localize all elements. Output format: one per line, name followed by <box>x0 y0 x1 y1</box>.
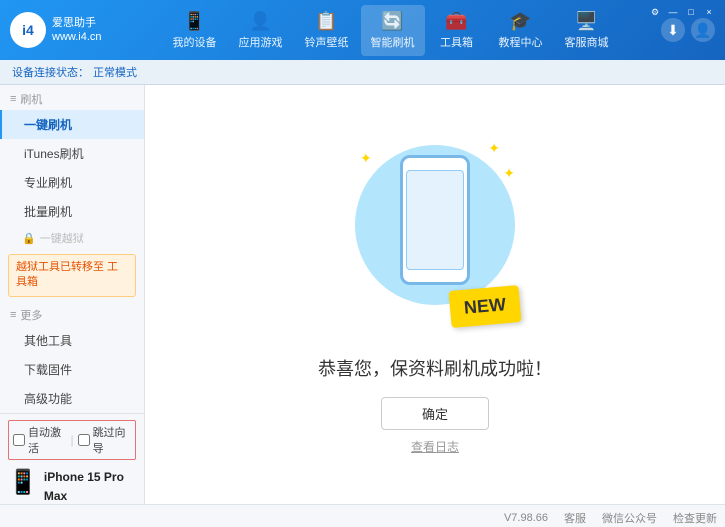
status-value: 正常模式 <box>93 64 137 80</box>
guide-label: 跳过向导 <box>93 424 131 456</box>
phone-illustration: ✦ ✦ ✦ NEW <box>345 135 525 335</box>
nav-tutorial-label: 教程中心 <box>499 34 543 50</box>
sparkle-3: ✦ <box>503 165 515 182</box>
separator: | <box>70 433 73 447</box>
minimize-button[interactable]: — <box>665 6 681 18</box>
phone-screen <box>406 170 464 270</box>
ringtone-icon: 📋 <box>315 11 337 32</box>
flash-section-icon: ≡ <box>10 93 16 105</box>
maximize-button[interactable]: □ <box>683 6 699 18</box>
nav-apps[interactable]: 👤 应用游戏 <box>229 5 293 56</box>
status-bar: 设备连接状态： 正常模式 <box>0 60 725 85</box>
nav-toolbox[interactable]: 🧰 工具箱 <box>427 5 487 56</box>
app-header: i4 爱思助手 www.i4.cn 📱 我的设备 👤 应用游戏 📋 铃声壁纸 🔄… <box>0 0 725 60</box>
options-row: 自动激活 | 跳过向导 <box>8 420 136 460</box>
content-area: ✦ ✦ ✦ NEW 恭喜您，保资料刷机成功啦！ 确定 查看日志 <box>145 85 725 504</box>
sidebar-section-more: ≡ 更多 <box>0 301 144 326</box>
sparkle-2: ✦ <box>488 140 500 157</box>
sparkle-1: ✦ <box>360 150 372 167</box>
download-button[interactable]: ⬇ <box>661 18 685 42</box>
logo-text: 爱思助手 www.i4.cn <box>52 16 102 45</box>
iphone-icon: 📱 <box>8 468 38 497</box>
user-button[interactable]: 👤 <box>691 18 715 42</box>
sidebar-item-pro-flash[interactable]: 专业刷机 <box>0 168 144 197</box>
main-layout: ≡ 刷机 一键刷机 iTunes刷机 专业刷机 批量刷机 🔒 一键越狱 越狱工具… <box>0 85 725 504</box>
lock-icon: 🔒 <box>22 232 36 245</box>
header-right: ⬇ 👤 <box>661 18 715 42</box>
logo: i4 爱思助手 www.i4.cn <box>10 12 130 48</box>
nav-ringtone[interactable]: 📋 铃声壁纸 <box>295 5 359 56</box>
nav-service[interactable]: 🖥️ 客服商城 <box>555 5 619 56</box>
nav-apps-label: 应用游戏 <box>239 34 283 50</box>
nav-my-device[interactable]: 📱 我的设备 <box>163 5 227 56</box>
sidebar-section-flash: ≡ 刷机 <box>0 85 144 110</box>
new-badge: NEW <box>449 285 522 328</box>
nav-service-label: 客服商城 <box>565 34 609 50</box>
footer-link-wechat[interactable]: 微信公众号 <box>602 510 657 526</box>
sidebar-item-itunes-flash[interactable]: iTunes刷机 <box>0 139 144 168</box>
close-button[interactable]: × <box>701 6 717 18</box>
nav-smart-flash[interactable]: 🔄 智能刷机 <box>361 5 425 56</box>
version-label: V7.98.66 <box>504 512 548 524</box>
footer-link-update[interactable]: 检查更新 <box>673 510 717 526</box>
sidebar-item-download-firm[interactable]: 下载固件 <box>0 355 144 384</box>
sidebar-item-other-tools[interactable]: 其他工具 <box>0 326 144 355</box>
nav-tutorial[interactable]: 🎓 教程中心 <box>489 5 553 56</box>
phone-device <box>400 155 470 285</box>
confirm-button[interactable]: 确定 <box>381 397 489 430</box>
main-nav: 📱 我的设备 👤 应用游戏 📋 铃声壁纸 🔄 智能刷机 🧰 工具箱 🎓 <box>130 5 651 56</box>
tutorial-icon: 🎓 <box>509 11 531 32</box>
nav-my-device-label: 我的设备 <box>173 34 217 50</box>
nav-smart-flash-label: 智能刷机 <box>371 34 415 50</box>
logo-circle: i4 <box>10 12 46 48</box>
warning-box: 越狱工具已转移至 工具箱 <box>8 254 136 297</box>
footer-link-service[interactable]: 客服 <box>564 510 586 526</box>
sidebar-bottom: 自动激活 | 跳过向导 📱 iPhone 15 Pro Max 512GB iP… <box>0 413 144 504</box>
apps-icon: 👤 <box>249 11 271 32</box>
sidebar-item-advanced[interactable]: 高级功能 <box>0 384 144 413</box>
window-controls: ⚙ — □ × <box>647 6 717 18</box>
nav-toolbox-label: 工具箱 <box>440 34 473 50</box>
sidebar-item-one-key-flash[interactable]: 一键刷机 <box>0 110 144 139</box>
service-icon: 🖥️ <box>575 11 597 32</box>
log-link[interactable]: 查看日志 <box>411 438 459 455</box>
auto-activate-label: 自动激活 <box>28 424 66 456</box>
auto-activate-checkbox[interactable]: 自动激活 <box>13 424 66 456</box>
success-text: 恭喜您，保资料刷机成功啦！ <box>318 355 552 381</box>
device-icon: 📱 <box>183 11 205 32</box>
device-info: 📱 iPhone 15 Pro Max 512GB iPhone <box>8 464 136 504</box>
more-section-icon: ≡ <box>10 309 16 321</box>
device-name: iPhone 15 Pro Max <box>44 468 136 504</box>
guide-checkbox[interactable]: 跳过向导 <box>78 424 131 456</box>
sidebar-item-batch-flash[interactable]: 批量刷机 <box>0 197 144 226</box>
footer: V7.98.66 客服 微信公众号 检查更新 <box>0 504 725 527</box>
smart-flash-icon: 🔄 <box>381 11 403 32</box>
warning-text: 越狱工具已转移至 工具箱 <box>16 261 118 288</box>
sidebar: ≡ 刷机 一键刷机 iTunes刷机 专业刷机 批量刷机 🔒 一键越狱 越狱工具… <box>0 85 145 504</box>
nav-ringtone-label: 铃声壁纸 <box>305 34 349 50</box>
sidebar-disabled-jailbreak: 🔒 一键越狱 <box>0 226 144 250</box>
device-details: iPhone 15 Pro Max 512GB iPhone <box>44 468 136 504</box>
auto-activate-input[interactable] <box>13 434 25 446</box>
guide-input[interactable] <box>78 434 90 446</box>
status-prefix: 设备连接状态： <box>12 64 89 80</box>
settings-icon[interactable]: ⚙ <box>647 6 663 18</box>
toolbox-icon: 🧰 <box>445 11 467 32</box>
